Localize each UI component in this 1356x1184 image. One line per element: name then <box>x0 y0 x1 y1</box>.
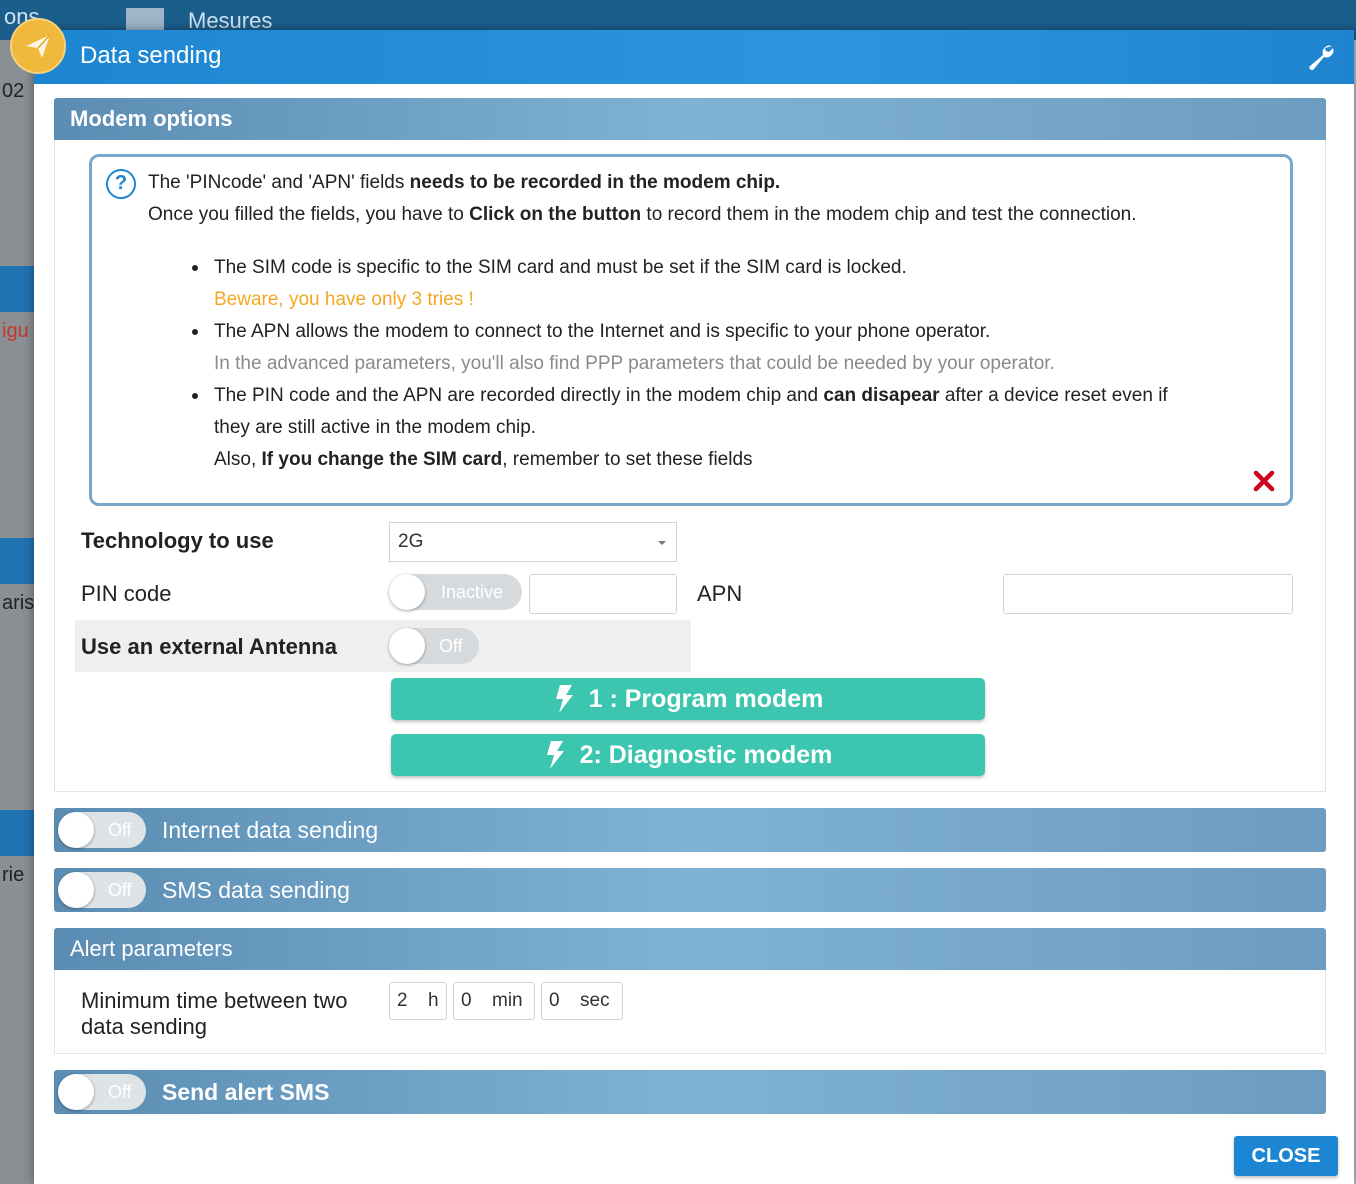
close-button[interactable]: CLOSE <box>1234 1136 1338 1176</box>
bullet-dot <box>192 329 198 335</box>
close-info-icon[interactable] <box>1252 469 1276 493</box>
min-time-label: Minimum time between two data sending <box>81 988 348 1040</box>
sms-sending-bar[interactable]: Off SMS data sending <box>54 868 1326 912</box>
toggle-knob <box>389 628 425 664</box>
internet-sending-toggle[interactable]: Off <box>58 812 146 848</box>
sms-sending-label: SMS data sending <box>162 876 350 903</box>
alert-parameters-title: Alert parameters <box>70 936 233 961</box>
info-bullet-3-also: Also, If you change the SIM card, rememb… <box>214 449 753 470</box>
seconds-input[interactable]: 0 sec <box>541 982 623 1020</box>
background-left-block <box>0 266 36 312</box>
sms-sending-toggle[interactable]: Off <box>58 872 146 908</box>
toggle-knob <box>58 1074 94 1110</box>
minutes-unit: min <box>492 990 523 1011</box>
alert-sms-toggle-label: Off <box>108 1082 132 1102</box>
internet-sending-bar[interactable]: Off Internet data sending <box>54 808 1326 852</box>
apn-input[interactable] <box>1003 574 1293 614</box>
technology-label: Technology to use <box>81 528 274 553</box>
info-warning: Beware, you have only 3 tries ! <box>214 289 474 310</box>
pin-code-toggle[interactable]: Inactive <box>389 574 522 610</box>
modem-options-body: ? The 'PINcode' and 'APN' fields needs t… <box>54 140 1326 792</box>
program-modem-button[interactable]: 1 : Program modem <box>391 678 985 720</box>
background-left-text: rie <box>2 864 25 886</box>
bullet-dot <box>192 265 198 271</box>
background-left-text: 02 <box>2 80 25 102</box>
data-sending-modal: Data sending Modem options ? The 'PINcod… <box>10 18 1354 1184</box>
hours-input[interactable]: 2 h <box>389 982 447 1020</box>
alert-sms-toggle[interactable]: Off <box>58 1074 146 1110</box>
background-left-block <box>0 538 36 584</box>
modem-info-box: ? The 'PINcode' and 'APN' fields needs t… <box>89 154 1293 506</box>
toggle-knob <box>58 812 94 848</box>
modal-title: Data sending <box>80 42 222 69</box>
info-bullet-3: The PIN code and the APN are recorded di… <box>214 385 1168 406</box>
chevron-down-icon <box>658 541 666 545</box>
info-line-1: The 'PINcode' and 'APN' fields needs to … <box>148 172 781 193</box>
seconds-unit: sec <box>580 990 610 1011</box>
minutes-value: 0 <box>461 990 472 1011</box>
technology-select[interactable]: 2G <box>389 522 677 562</box>
alert-parameters-section: Alert parameters Minimum time between tw… <box>54 928 1326 1054</box>
sms-sending-section: Off SMS data sending <box>54 868 1326 912</box>
bolt-icon <box>555 685 573 713</box>
modal-header: Data sending <box>10 18 1354 84</box>
info-bullet-3-cont: they are still active in the modem chip. <box>214 417 537 438</box>
sms-toggle-label: Off <box>108 880 132 900</box>
alert-parameters-body: Minimum time between two data sending 2 … <box>54 970 1326 1054</box>
bullet-dot <box>192 393 198 399</box>
min-time-label-line2: data sending <box>81 1014 207 1039</box>
program-modem-label: 1 : Program modem <box>588 684 824 713</box>
modem-options-title: Modem options <box>70 106 233 131</box>
info-bullet-2: The APN allows the modem to connect to t… <box>214 321 991 342</box>
pin-toggle-label: Inactive <box>441 582 504 602</box>
diagnostic-modem-label: 2: Diagnostic modem <box>579 740 833 769</box>
pin-code-label: PIN code <box>81 581 172 606</box>
info-note: In the advanced parameters, you'll also … <box>214 353 1055 374</box>
internet-sending-label: Internet data sending <box>162 816 379 843</box>
info-line-2: Once you filled the fields, you have to … <box>148 204 1137 225</box>
hours-value: 2 <box>397 990 408 1011</box>
question-icon: ? <box>106 169 136 199</box>
technology-value: 2G <box>398 531 424 552</box>
pin-code-input[interactable] <box>529 574 677 614</box>
wrench-icon[interactable] <box>1306 42 1336 72</box>
min-time-label-line1: Minimum time between two <box>81 988 348 1013</box>
bolt-icon <box>546 741 564 769</box>
hours-unit: h <box>428 990 439 1011</box>
background-left-text: igu <box>2 320 29 342</box>
apn-label: APN <box>697 581 743 606</box>
minutes-input[interactable]: 0 min <box>453 982 535 1020</box>
antenna-toggle[interactable]: Off <box>389 628 479 664</box>
background-left-block <box>0 810 36 856</box>
alert-sms-bar[interactable]: Off Send alert SMS <box>54 1070 1326 1114</box>
paper-plane-icon <box>10 18 66 74</box>
antenna-toggle-label: Off <box>439 636 463 656</box>
toggle-knob <box>389 574 425 610</box>
internet-toggle-label: Off <box>108 820 132 840</box>
alert-sms-section: Off Send alert SMS <box>54 1070 1326 1114</box>
background-left-text: aris <box>2 592 35 614</box>
alert-parameters-header[interactable]: Alert parameters <box>54 928 1326 970</box>
modem-options-header[interactable]: Modem options <box>54 98 1326 140</box>
modem-options-section: Modem options ? The 'PINcode' and 'APN' … <box>54 98 1326 792</box>
diagnostic-modem-button[interactable]: 2: Diagnostic modem <box>391 734 985 776</box>
info-bullet-1: The SIM code is specific to the SIM card… <box>214 257 907 278</box>
seconds-value: 0 <box>549 990 560 1011</box>
internet-sending-section: Off Internet data sending <box>54 808 1326 852</box>
alert-sms-label: Send alert SMS <box>162 1078 330 1105</box>
toggle-knob <box>58 872 94 908</box>
antenna-label: Use an external Antenna <box>81 634 337 659</box>
